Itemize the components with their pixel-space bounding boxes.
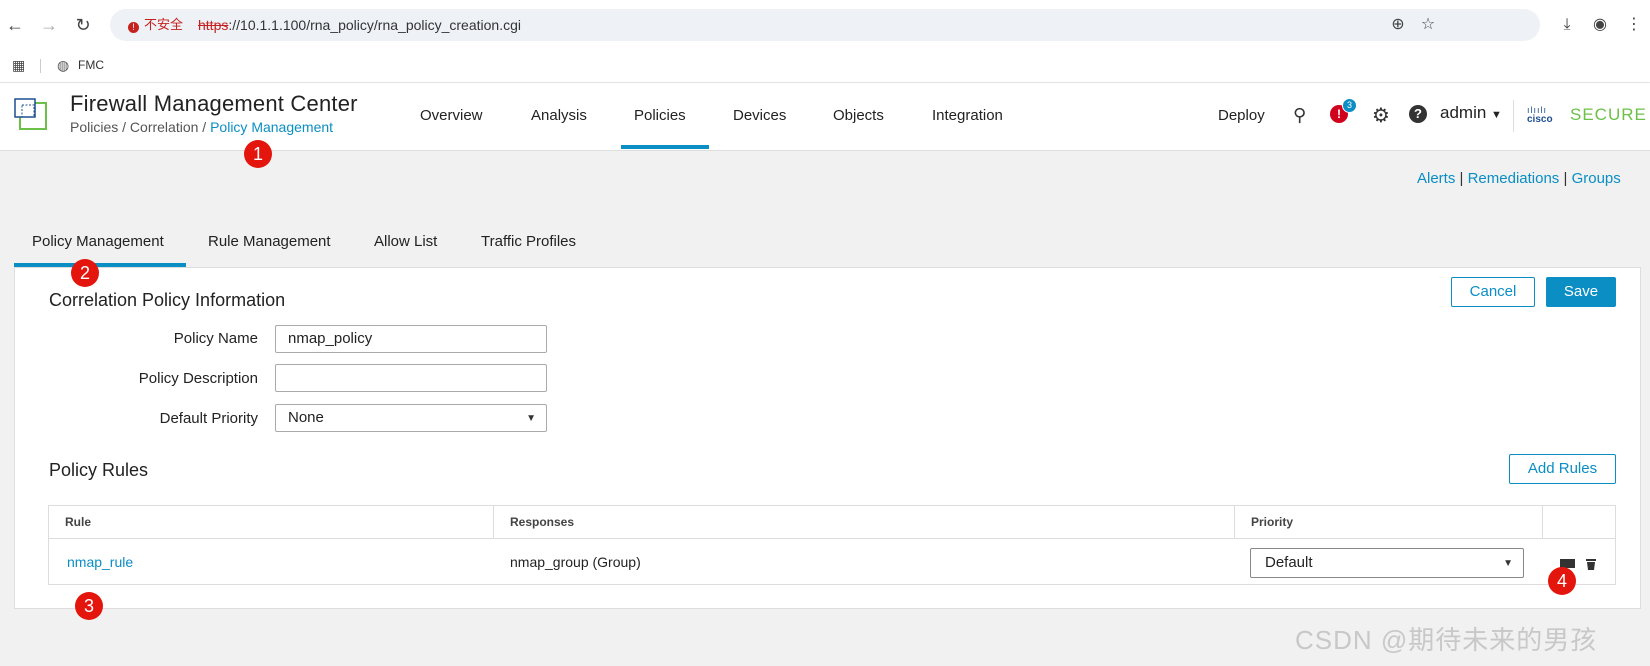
alerts-link[interactable]: Alerts — [1417, 170, 1455, 187]
breadcrumb-correlation[interactable]: Correlation — [130, 119, 198, 135]
policy-name-label: Policy Name — [173, 330, 258, 347]
annotation-marker-3: 3 — [75, 592, 103, 620]
browser-toolbar: ← → ↻ ! 不安全 https://10.1.1.100/rna_policy… — [0, 0, 1650, 50]
nav-objects[interactable]: Objects — [833, 107, 884, 124]
policy-name-input[interactable]: nmap_policy — [275, 325, 547, 353]
insecure-badge[interactable]: ! 不安全 — [120, 15, 191, 35]
active-nav-indicator — [621, 145, 709, 149]
menu-icon[interactable]: ⋮ — [1624, 15, 1644, 35]
apps-grid-icon[interactable]: ▦ — [12, 57, 25, 74]
cancel-button[interactable]: Cancel — [1451, 277, 1535, 307]
policy-rules-title: Policy Rules — [49, 460, 149, 480]
alert-count-badge: 3 — [1342, 98, 1357, 113]
nav-overview[interactable]: Overview — [420, 107, 483, 124]
annotation-marker-4: 4 — [1548, 567, 1576, 595]
app-header: Firewall Management Center Policies / Co… — [0, 83, 1650, 151]
app-title: Firewall Management Center — [70, 91, 358, 116]
caret-down-icon: ▼ — [526, 413, 536, 424]
rule-responses: nmap_group (Group) — [510, 554, 641, 570]
rule-priority-select[interactable]: Default ▼ — [1250, 548, 1524, 578]
fmc-logo-icon — [14, 98, 47, 130]
nav-devices[interactable]: Devices — [733, 107, 786, 124]
download-icon[interactable]: ⤓ — [1557, 15, 1577, 35]
help-icon[interactable]: ? — [1409, 105, 1427, 123]
rule-link[interactable]: nmap_rule — [67, 539, 133, 585]
watermark: CSDN @期待未来的男孩 — [1295, 625, 1598, 655]
reload-icon[interactable]: ↻ — [72, 14, 94, 36]
back-icon[interactable]: ← — [4, 14, 26, 36]
bookmarks-bar: ▦ ◍ FMC — [0, 50, 1650, 83]
save-button[interactable]: Save — [1546, 277, 1616, 307]
header-divider — [1513, 100, 1514, 132]
breadcrumb: Policies / Correlation / Policy Manageme… — [70, 119, 334, 135]
gear-icon[interactable]: ⚙ — [1372, 103, 1390, 128]
column-header-priority: Priority — [1235, 506, 1542, 539]
forward-icon[interactable]: → — [38, 14, 60, 36]
zoom-icon[interactable]: ⊕ — [1388, 15, 1408, 35]
annotation-marker-1: 1 — [244, 140, 272, 168]
policy-info-title: Correlation Policy Information — [49, 290, 286, 310]
breadcrumb-policies[interactable]: Policies — [70, 119, 118, 135]
url-text[interactable]: https://10.1.1.100/rna_policy/rna_policy… — [198, 16, 521, 34]
bookmark-divider — [40, 59, 41, 73]
rules-table: Rule Responses Priority nmap_rule nmap_g… — [48, 505, 1616, 585]
trash-icon[interactable] — [1584, 558, 1598, 572]
groups-link[interactable]: Groups — [1572, 170, 1621, 187]
caret-down-icon: ▼ — [1503, 558, 1513, 569]
nav-integration[interactable]: Integration — [932, 107, 1003, 124]
tab-rule-management[interactable]: Rule Management — [208, 233, 331, 250]
globe-icon: ◍ — [57, 57, 70, 73]
address-bar[interactable]: ! 不安全 https://10.1.1.100/rna_policy/rna_p… — [110, 9, 1540, 41]
top-links: Alerts | Remediations | Groups — [1417, 170, 1621, 187]
nav-analysis[interactable]: Analysis — [531, 107, 587, 124]
policy-description-input[interactable] — [275, 364, 547, 392]
default-priority-select[interactable]: None ▼ — [275, 404, 547, 432]
default-priority-label: Default Priority — [159, 410, 258, 427]
remediations-link[interactable]: Remediations — [1468, 170, 1560, 187]
column-header-rule: Rule — [49, 506, 493, 539]
add-rules-button[interactable]: Add Rules — [1509, 454, 1616, 484]
tab-traffic-profiles[interactable]: Traffic Profiles — [481, 233, 576, 250]
search-icon[interactable]: ⚲ — [1293, 105, 1306, 126]
nav-policies[interactable]: Policies — [634, 107, 686, 124]
secure-logo: SECURE — [1570, 105, 1647, 124]
cisco-logo: ılıılı cisco — [1527, 105, 1553, 125]
column-header-actions — [1543, 506, 1615, 539]
deploy-button[interactable]: Deploy — [1218, 107, 1265, 124]
star-icon[interactable]: ☆ — [1418, 15, 1438, 35]
bookmark-fmc[interactable]: FMC — [78, 58, 104, 72]
profile-icon[interactable]: ◉ — [1590, 15, 1610, 35]
breadcrumb-policy-management[interactable]: Policy Management — [210, 119, 333, 135]
column-header-responses: Responses — [494, 506, 1234, 539]
tab-policy-management[interactable]: Policy Management — [32, 233, 164, 250]
caret-down-icon: ▼ — [1491, 109, 1502, 121]
warning-icon: ! — [128, 22, 139, 33]
policy-description-label: Policy Description — [138, 370, 258, 387]
user-menu[interactable]: admin ▼ — [1440, 103, 1502, 123]
annotation-marker-2: 2 — [71, 259, 99, 287]
tab-allow-list[interactable]: Allow List — [374, 233, 437, 250]
